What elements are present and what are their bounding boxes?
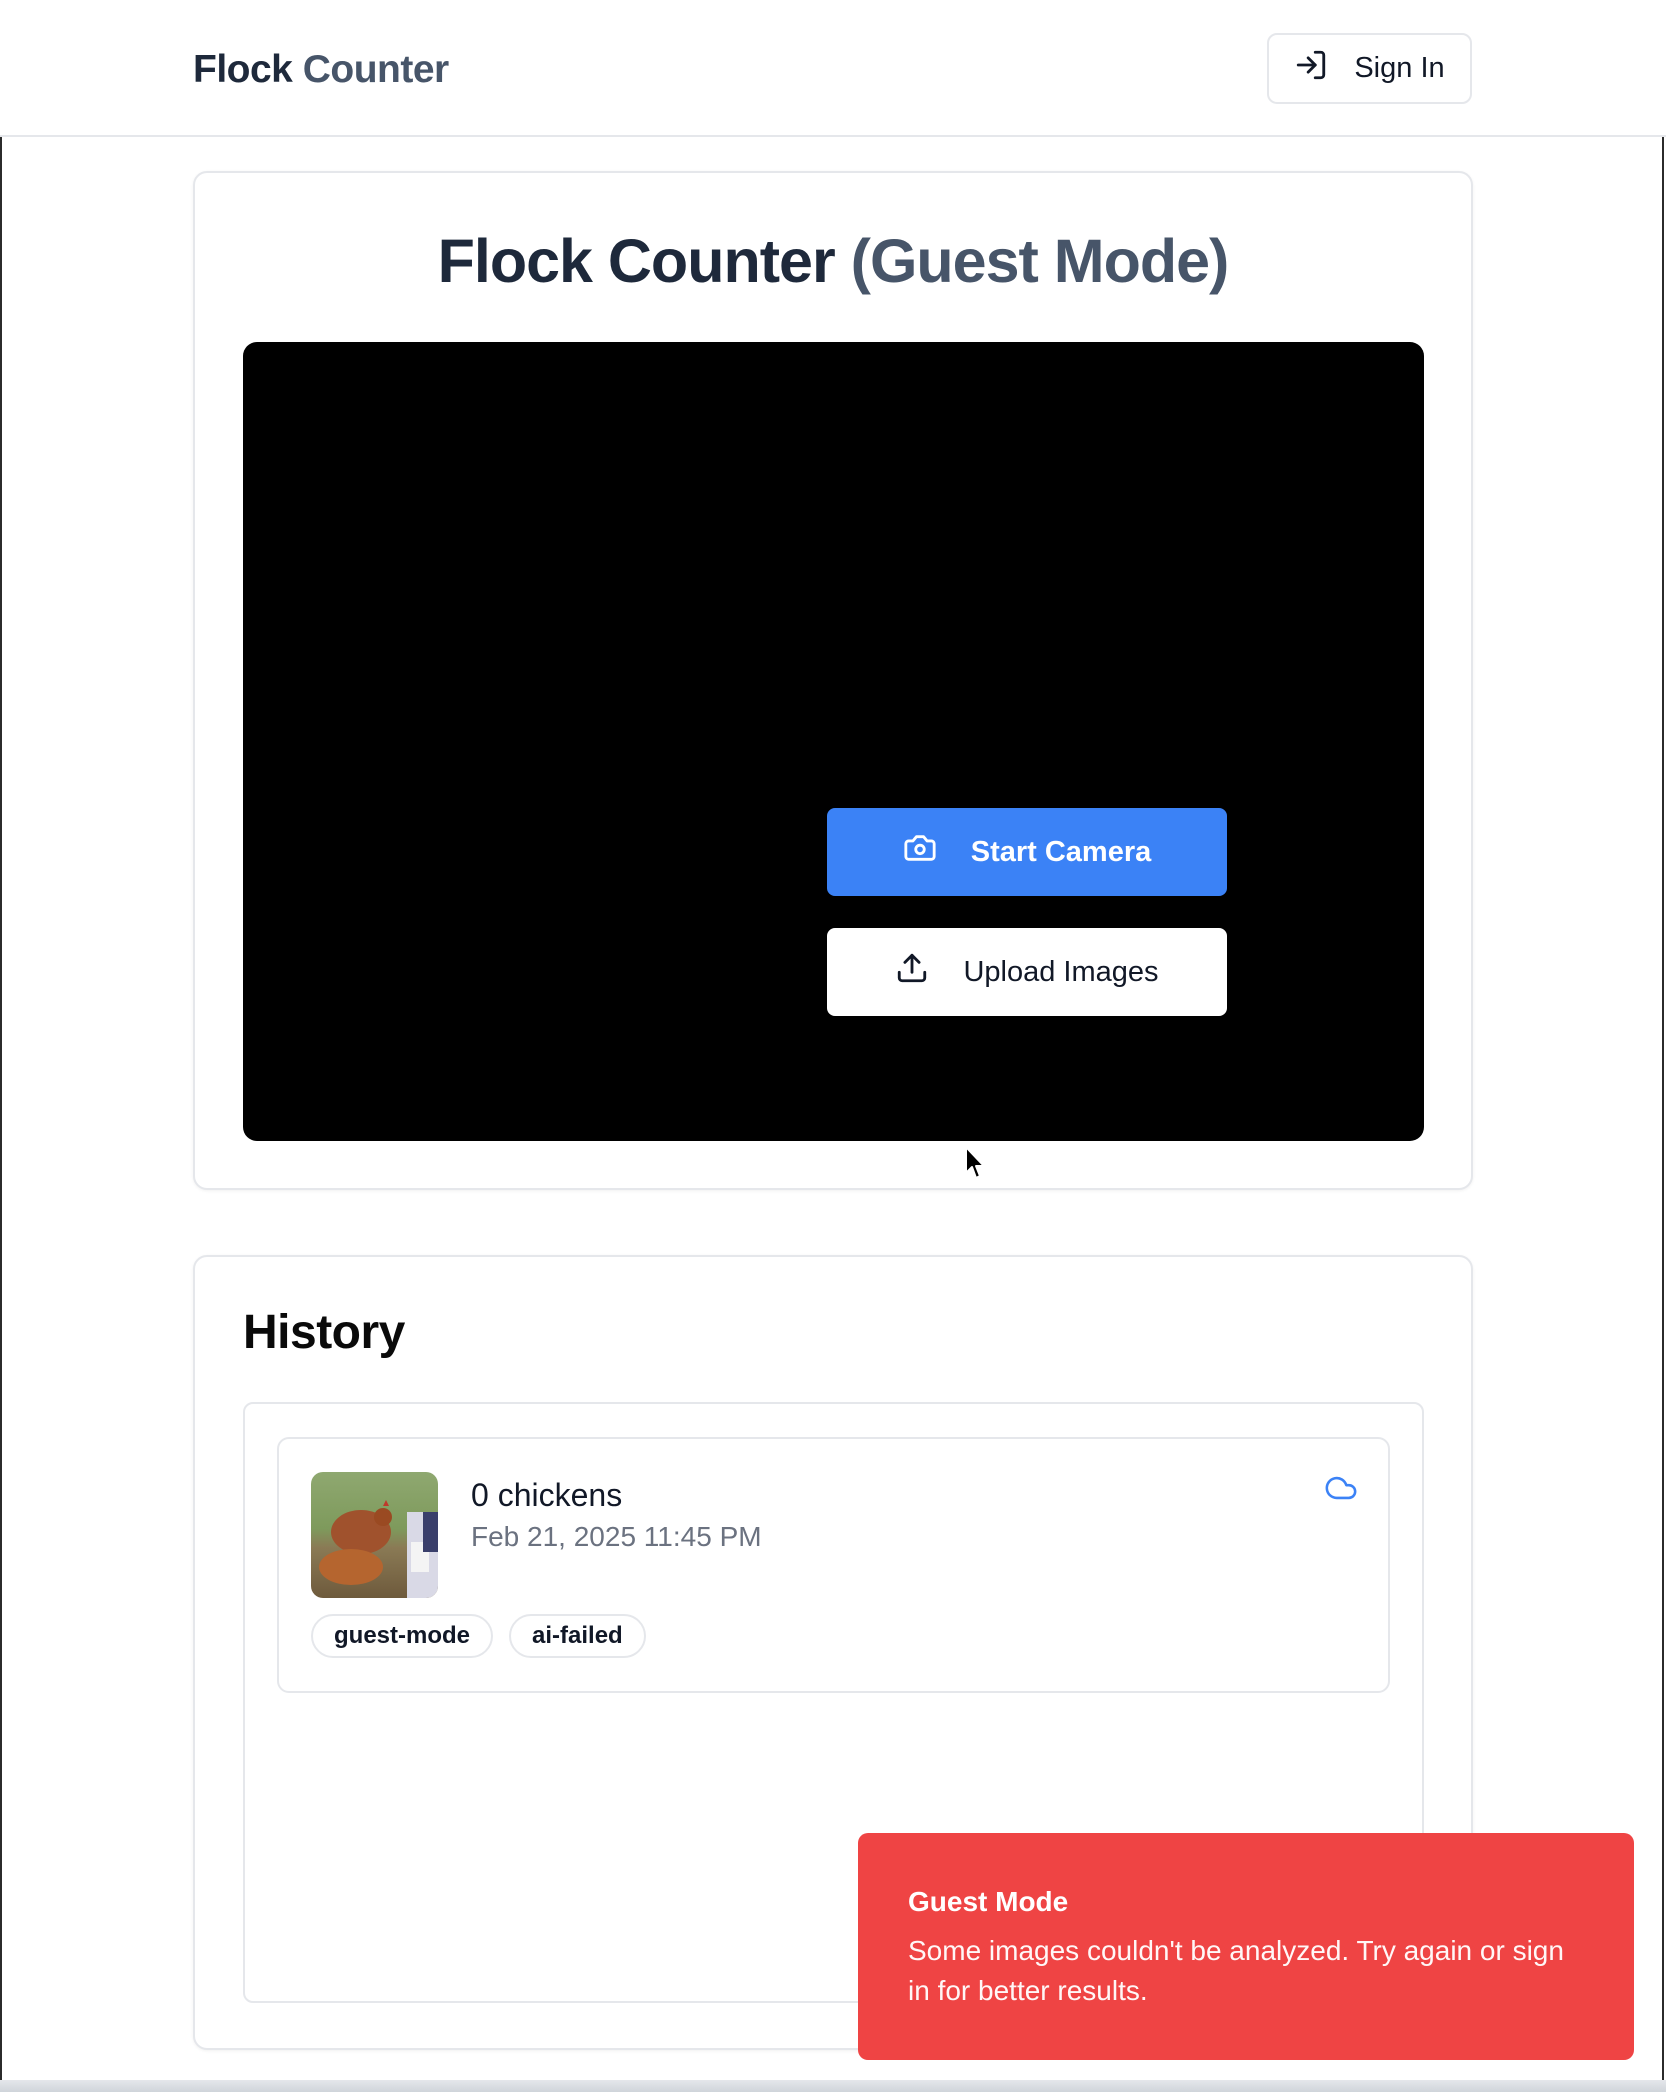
history-entry[interactable]: 0 chickens Feb 21, 2025 11:45 PM guest-m… bbox=[277, 1437, 1390, 1693]
toast-notification[interactable]: Guest Mode Some images couldn't be analy… bbox=[858, 1833, 1634, 2060]
history-title: History bbox=[243, 1306, 405, 1359]
sign-in-label: Sign In bbox=[1354, 52, 1445, 84]
entry-count: 0 chickens bbox=[471, 1477, 623, 1513]
mouse-pointer-icon bbox=[964, 1145, 988, 1181]
tag-badge: guest-mode bbox=[311, 1614, 494, 1658]
camera-icon bbox=[903, 831, 937, 873]
tag-badge: ai-failed bbox=[509, 1614, 646, 1658]
entry-date: Feb 21, 2025 11:45 PM bbox=[471, 1521, 762, 1552]
page-title-primary: Flock Counter bbox=[437, 227, 836, 295]
sign-in-button[interactable]: Sign In bbox=[1267, 33, 1472, 104]
entry-thumbnail bbox=[311, 1472, 438, 1598]
upload-images-button[interactable]: Upload Images bbox=[827, 928, 1227, 1016]
log-in-icon bbox=[1294, 48, 1328, 90]
toast-title: Guest Mode bbox=[908, 1886, 1069, 1917]
upload-icon bbox=[895, 951, 929, 993]
start-camera-button[interactable]: Start Camera bbox=[827, 808, 1227, 896]
window-bottom-edge bbox=[0, 2080, 1666, 2092]
brand-logo[interactable]: Flock Counter bbox=[193, 46, 449, 94]
cloud-icon bbox=[1324, 1471, 1358, 1505]
camera-card: Flock Counter (Guest Mode) Start Camera … bbox=[193, 171, 1473, 1190]
camera-viewport: Start Camera Upload Images bbox=[243, 342, 1424, 1141]
navbar: Flock Counter Sign In bbox=[0, 0, 1666, 137]
page-title-secondary: (Guest Mode) bbox=[850, 227, 1230, 295]
page-title: Flock Counter (Guest Mode) bbox=[195, 225, 1471, 297]
brand-secondary: Counter bbox=[302, 48, 450, 91]
upload-images-label: Upload Images bbox=[963, 955, 1159, 988]
start-camera-label: Start Camera bbox=[970, 835, 1152, 868]
brand-primary: Flock bbox=[193, 48, 293, 91]
toast-message: Some images couldn't be analyzed. Try ag… bbox=[908, 1935, 1564, 2006]
entry-tags: guest-mode ai-failed bbox=[311, 1614, 646, 1658]
